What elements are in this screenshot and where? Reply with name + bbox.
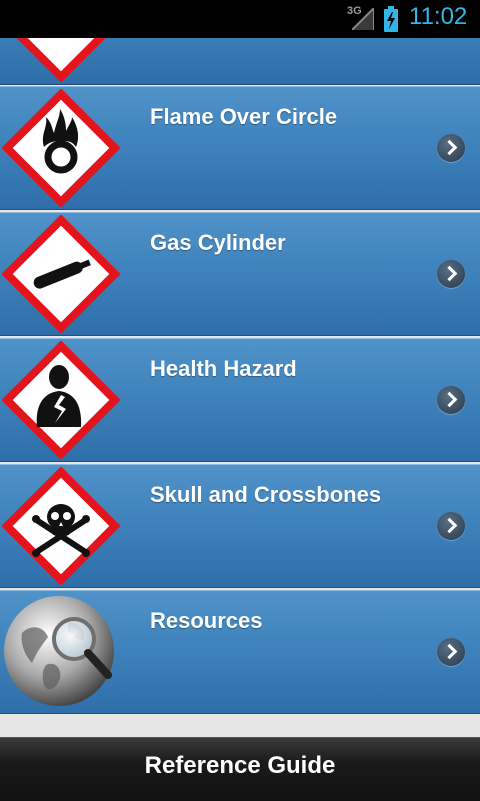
hazard-list: Flame Over Circle Gas Cylinder Health Ha… bbox=[0, 38, 480, 716]
chevron-right-icon[interactable] bbox=[437, 134, 465, 162]
list-item-label: Skull and Crossbones bbox=[150, 482, 382, 507]
chevron-right-icon[interactable] bbox=[437, 386, 465, 414]
battery-charging-icon bbox=[384, 6, 398, 32]
list-item-partial[interactable] bbox=[0, 38, 480, 85]
flame-over-circle-icon bbox=[2, 89, 120, 207]
bottom-title-bar: Reference Guide bbox=[0, 737, 480, 801]
health-hazard-icon bbox=[2, 341, 120, 459]
chevron-right-icon[interactable] bbox=[437, 638, 465, 666]
status-bar: 3G 11:02 bbox=[0, 0, 480, 38]
skull-crossbones-icon bbox=[2, 467, 120, 585]
gas-cylinder-icon bbox=[2, 215, 120, 333]
pictogram-partial-icon bbox=[16, 38, 106, 82]
globe-magnifier-icon bbox=[4, 596, 114, 706]
footer-title: Reference Guide bbox=[144, 752, 336, 779]
clock: 11:02 bbox=[409, 3, 468, 30]
chevron-right-icon[interactable] bbox=[437, 260, 465, 288]
list-item-gas-cylinder[interactable]: Gas Cylinder bbox=[0, 212, 480, 336]
list-item-label: Health Hazard bbox=[150, 356, 297, 381]
chevron-right-icon[interactable] bbox=[437, 512, 465, 540]
list-item-skull-crossbones[interactable]: Skull and Crossbones bbox=[0, 464, 480, 588]
list-item-resources[interactable]: Resources bbox=[0, 590, 480, 714]
list-item-label: Gas Cylinder bbox=[150, 230, 286, 255]
signal-icon bbox=[352, 8, 374, 30]
list-item-label: Resources bbox=[150, 608, 263, 633]
list-item-label: Flame Over Circle bbox=[150, 104, 338, 129]
list-item-health-hazard[interactable]: Health Hazard bbox=[0, 338, 480, 462]
list-item-flame-over-circle[interactable]: Flame Over Circle bbox=[0, 86, 480, 210]
